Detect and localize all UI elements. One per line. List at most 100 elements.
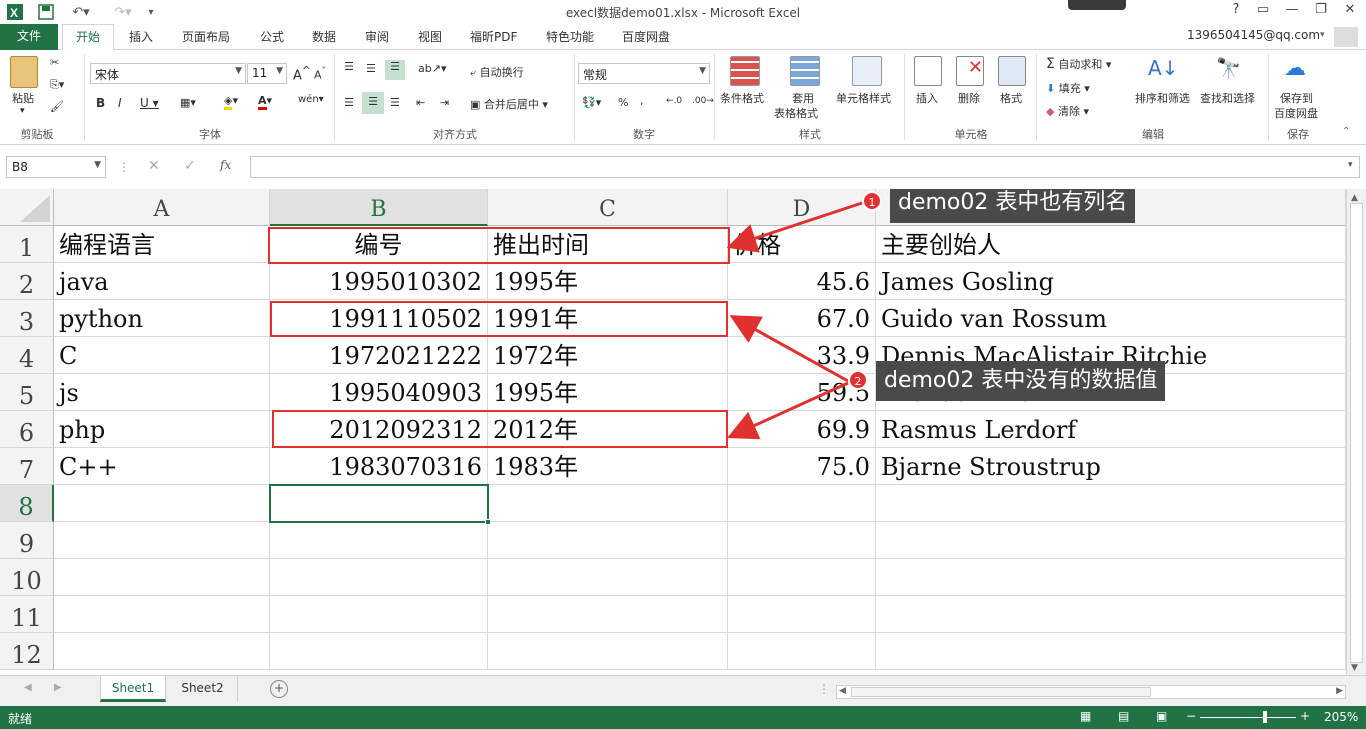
decrease-decimal-icon[interactable]: .00→ [692,96,714,106]
font-name-select[interactable]: 宋体 ▼ [90,63,246,84]
phonetic-icon[interactable]: wén▾ [298,94,324,105]
number-format-select[interactable]: 常规 ▼ [578,63,710,84]
align-top-icon[interactable]: ☰ [344,60,354,73]
find-select-icon[interactable]: 🔭 [1216,56,1241,80]
font-size-select[interactable]: 11 ▼ [247,63,287,84]
horizontal-scroll-thumb[interactable] [851,687,1151,697]
zoom-in-icon[interactable]: + [1300,709,1310,723]
format-as-table-line1[interactable]: 套用 [792,90,814,106]
cut-icon[interactable]: ✂ [50,56,59,69]
tab-view[interactable]: 视图 [418,28,442,45]
name-box[interactable]: B8 ▼ [6,156,106,178]
page-break-view-icon[interactable]: ▣ [1156,709,1167,723]
insert-function-icon[interactable]: fx [220,158,231,172]
zoom-out-icon[interactable]: − [1186,709,1196,723]
scroll-down-icon[interactable]: ▼ [1351,663,1358,673]
tab-file[interactable]: 文件 [0,24,58,50]
decrease-font-icon[interactable]: Aˇ [314,66,326,82]
next-sheet-icon[interactable]: ▶ [54,682,62,693]
sheet-tab-sheet1[interactable]: Sheet1 [100,676,166,702]
font-color-icon[interactable]: A▾ [258,94,272,110]
tab-splitter-icon[interactable]: ⋮ [818,682,830,696]
tab-home[interactable]: 开始 [62,24,114,51]
horizontal-scrollbar[interactable]: ◀ ▶ [836,685,1346,699]
collapse-ribbon-icon[interactable]: ⌃ [1342,126,1350,137]
restore-button[interactable]: ❐ [1308,2,1334,22]
currency-icon[interactable]: 💱▾ [582,96,601,109]
format-as-table-icon[interactable] [790,56,820,86]
percent-icon[interactable]: % [618,96,628,109]
save-to-baidu-line1[interactable]: 保存到 [1280,90,1313,106]
align-left-icon[interactable]: ☰ [344,96,354,109]
align-middle-icon[interactable]: ☰ [366,62,376,75]
scroll-right-icon[interactable]: ▶ [1336,686,1343,696]
user-account[interactable]: 1396504145@qq.com [1187,28,1320,42]
merge-center-button[interactable]: ▣ 合并后居中 ▾ [470,96,548,112]
zoom-slider-thumb[interactable] [1263,711,1267,723]
formula-input[interactable] [250,156,1360,178]
close-button[interactable]: ✕ [1337,2,1363,22]
enter-icon[interactable]: ✓ [184,158,196,174]
scroll-up-icon[interactable]: ▲ [1351,193,1358,203]
tab-special[interactable]: 特色功能 [546,28,594,45]
ribbon-display-icon[interactable]: ▭ [1250,2,1276,22]
page-layout-view-icon[interactable]: ▤ [1118,709,1129,723]
zoom-slider[interactable] [1200,717,1296,718]
fill-button[interactable]: ⬇ 填充 ▾ [1046,80,1090,96]
add-sheet-icon[interactable]: + [270,680,288,698]
vertical-scroll-thumb[interactable] [1350,203,1363,663]
scroll-left-icon[interactable]: ◀ [839,686,846,696]
wrap-text-button[interactable]: ⤶ 自动换行 [470,64,524,80]
format-cells-icon[interactable] [998,56,1026,86]
paste-dropdown-icon[interactable]: ▾ [20,106,25,116]
fill-color-icon[interactable]: ◈▾ [224,94,238,110]
format-as-table-line2[interactable]: 表格格式 [774,105,818,121]
underline-button[interactable]: U ▾ [140,96,159,110]
bold-button[interactable]: B [96,96,105,110]
format-painter-icon[interactable]: 🖌 [50,100,64,113]
increase-indent-icon[interactable]: ⇥ [440,96,449,109]
help-button[interactable]: ? [1223,2,1249,22]
tab-baidu-netdisk[interactable]: 百度网盘 [622,28,670,45]
tab-insert[interactable]: 插入 [129,28,153,45]
insert-cells-icon[interactable] [914,56,942,86]
user-dropdown-icon[interactable]: ▾ [1320,30,1325,40]
cancel-icon[interactable]: ✕ [148,158,160,174]
tab-review[interactable]: 审阅 [365,28,389,45]
tab-page-layout[interactable]: 页面布局 [182,28,230,45]
insert-cells-button[interactable]: 插入 [916,90,938,106]
copy-icon[interactable]: ⎘▾ [50,78,64,92]
sort-filter-button[interactable]: 排序和筛选 [1135,90,1190,106]
align-bottom-icon[interactable]: ☰ [385,60,405,80]
conditional-format-icon[interactable] [730,56,760,86]
delete-cells-button[interactable]: 删除 [958,90,980,106]
minimize-button[interactable]: — [1279,2,1305,22]
align-right-icon[interactable]: ☰ [390,96,400,109]
sheet-tab-sheet2[interactable]: Sheet2 [168,676,238,702]
find-select-button[interactable]: 查找和选择 [1200,90,1255,106]
increase-font-icon[interactable]: A^ [293,64,311,83]
align-center-icon[interactable]: ☰ [362,92,384,114]
decrease-indent-icon[interactable]: ⇤ [416,96,425,109]
vertical-scrollbar[interactable]: ▲ ▼ [1346,189,1366,675]
save-to-baidu-line2[interactable]: 百度网盘 [1274,105,1318,121]
avatar[interactable] [1334,27,1358,47]
zoom-level[interactable]: 205% [1324,710,1358,724]
expand-formula-icon[interactable]: ▾ [1348,160,1353,170]
tab-data[interactable]: 数据 [312,28,336,45]
conditional-format-button[interactable]: 条件格式 [720,90,764,106]
tab-formulas[interactable]: 公式 [260,28,284,45]
comma-icon[interactable]: , [640,94,644,107]
paste-button[interactable]: 粘贴 [12,90,34,106]
clear-button[interactable]: ◆ 清除 ▾ [1046,103,1089,119]
orientation-icon[interactable]: ab↗▾ [418,62,446,75]
cell-styles-button[interactable]: 单元格样式 [836,90,891,106]
sort-filter-icon[interactable]: A↓ [1148,56,1178,80]
paste-icon[interactable] [10,56,38,88]
autosum-button[interactable]: Σ 自动求和 ▾ [1046,56,1111,72]
italic-button[interactable]: I [118,96,122,110]
prev-sheet-icon[interactable]: ◀ [24,682,32,693]
normal-view-icon[interactable]: ▦ [1080,709,1091,723]
tab-foxit-pdf[interactable]: 福昕PDF [470,28,517,45]
baidu-cloud-icon[interactable]: ☁ [1284,56,1306,81]
